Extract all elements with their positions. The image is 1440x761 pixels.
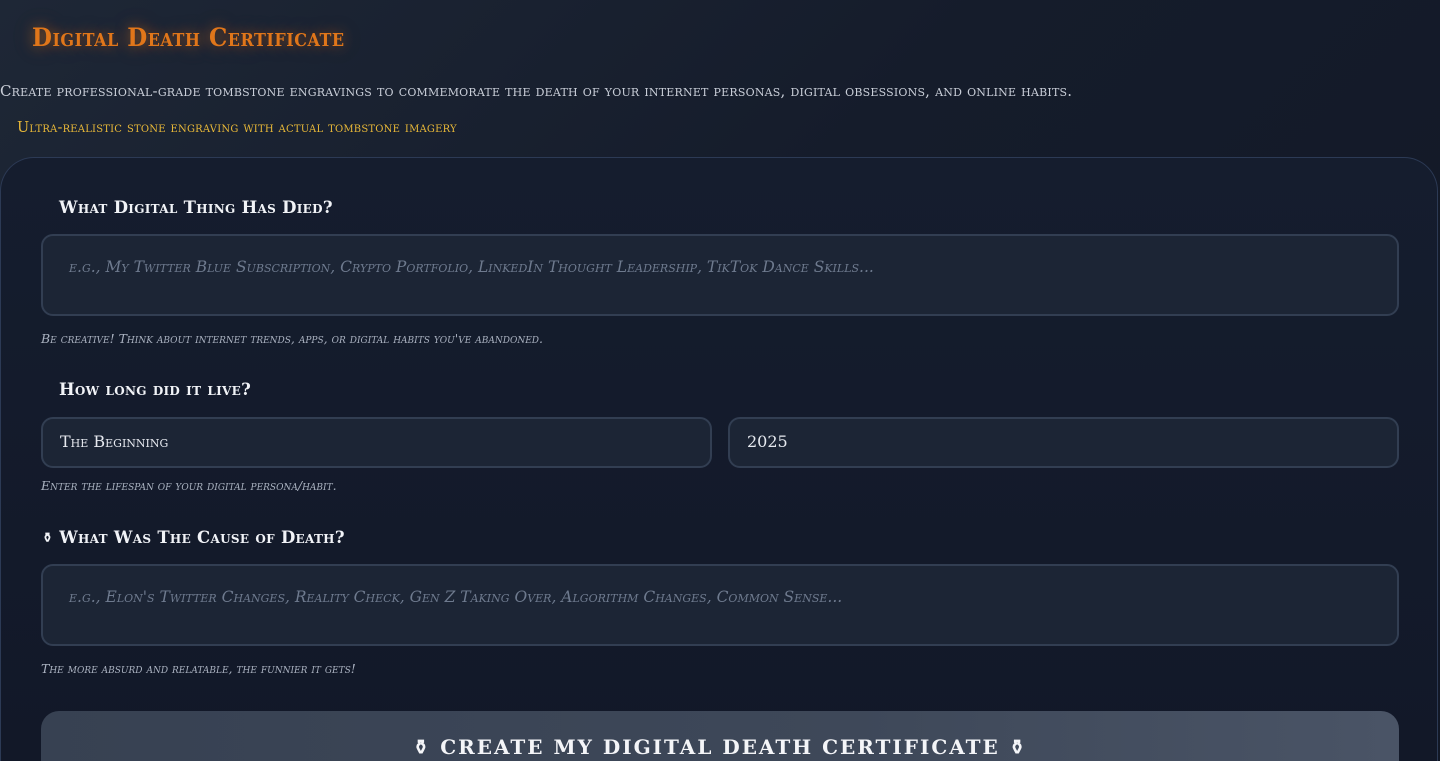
cause-hint: The more absurd and relatable, the funni… [41, 661, 356, 676]
cause-input[interactable]: e.g., Elon's Twitter Changes, Reality Ch… [41, 564, 1399, 646]
lifespan-hint: Enter the lifespan of your digital perso… [41, 478, 337, 493]
cause-placeholder: e.g., Elon's Twitter Changes, Reality Ch… [69, 588, 843, 606]
lifespan-end-value: 2025 [747, 432, 788, 451]
lifespan-start-value: The Beginning [60, 432, 169, 451]
thing-hint: Be creative! Think about internet trends… [41, 331, 543, 346]
urn-icon: ⚱ [42, 531, 54, 546]
cause-label-row: ⚱ What Was The Cause of Death? [42, 528, 345, 547]
feature-badge: Ultra-realistic stone engraving with act… [17, 120, 457, 136]
thing-placeholder: e.g., My Twitter Blue Subscription, Cryp… [69, 258, 874, 276]
site-logo[interactable]: Digital Death Certificate [32, 23, 345, 53]
create-certificate-button[interactable]: ⚱ CREATE MY DIGITAL DEATH CERTIFICATE ⚱ [41, 711, 1399, 761]
cause-label: What Was The Cause of Death? [59, 528, 345, 547]
lifespan-end-input[interactable]: 2025 [728, 417, 1399, 468]
thing-label: What Digital Thing Has Died? [59, 198, 333, 217]
lifespan-start-input[interactable]: The Beginning [41, 417, 712, 468]
lifespan-label: How long did it live? [59, 380, 252, 399]
page: Digital Death Certificate Create profess… [0, 0, 1440, 761]
thing-input[interactable]: e.g., My Twitter Blue Subscription, Cryp… [41, 234, 1399, 316]
create-certificate-label: ⚱ CREATE MY DIGITAL DEATH CERTIFICATE ⚱ [412, 735, 1028, 759]
page-subtitle: Create professional-grade tombstone engr… [0, 82, 1073, 100]
